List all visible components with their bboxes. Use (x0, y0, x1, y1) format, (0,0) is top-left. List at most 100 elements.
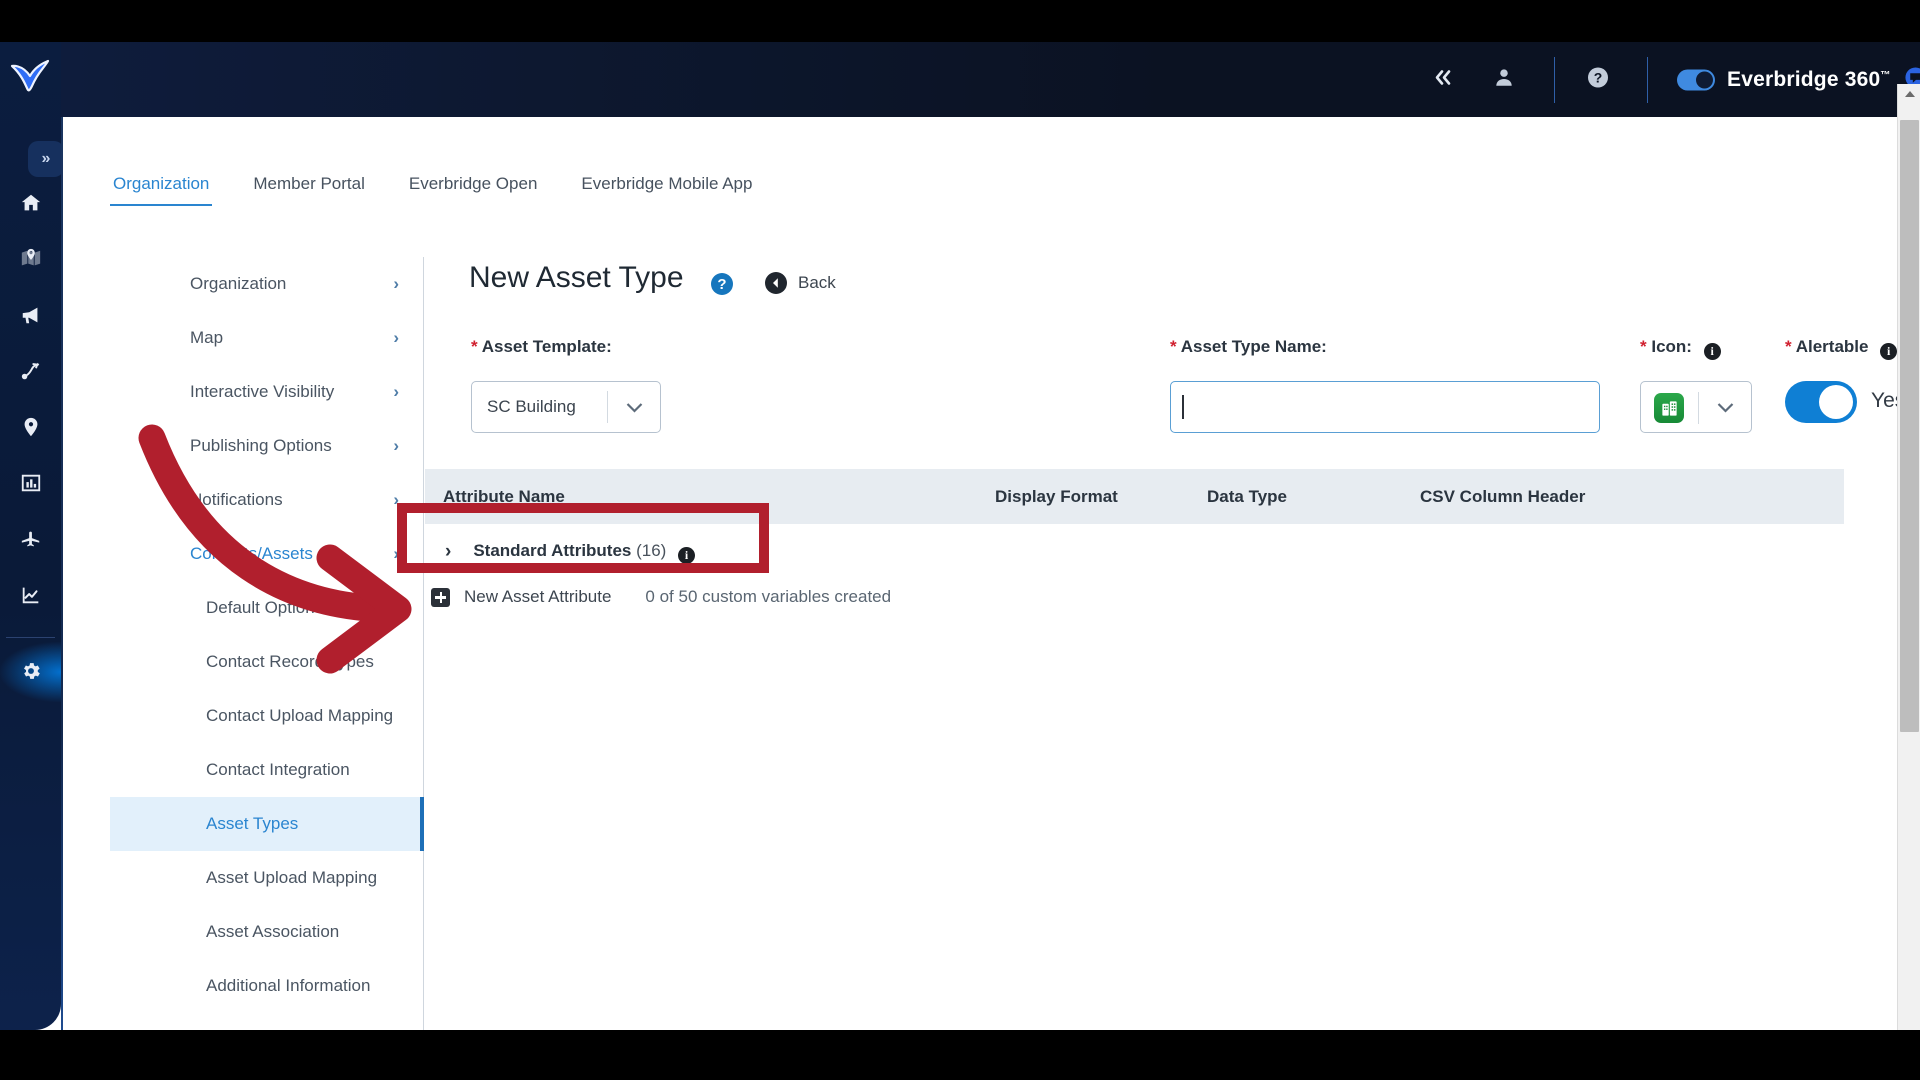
tab-everbridge-mobile-app[interactable]: Everbridge Mobile App (578, 174, 755, 204)
required-marker: * (471, 337, 478, 356)
label-text: Alertable (1795, 337, 1869, 356)
rail-item-settings[interactable] (0, 650, 61, 696)
chevron-right-icon: › (393, 274, 399, 293)
rail-item-dashboard[interactable] (0, 462, 61, 508)
megaphone-icon (20, 304, 42, 331)
rail-expand-button[interactable]: » (28, 141, 64, 177)
asset-type-name-input[interactable] (1170, 381, 1600, 433)
help-button[interactable]: ? (1586, 65, 1610, 94)
back-button[interactable]: Back (765, 272, 836, 294)
top-header-bar: ? Everbridge 360™ (61, 42, 1920, 117)
icon-select[interactable] (1640, 381, 1752, 433)
sidebar-item-map[interactable]: Map › (110, 311, 423, 365)
sidebar-item-label: Default Options (206, 598, 324, 617)
label-text: Icon: (1651, 337, 1692, 356)
asset-type-form: * Asset Template: SC Building * Asset Ty… (425, 323, 1905, 443)
dashboard-icon (20, 472, 42, 499)
column-header-csv-column-header: CSV Column Header (1420, 486, 1586, 506)
sidebar-item-label: Contacts/Assets (190, 544, 313, 563)
tab-label: Member Portal (253, 174, 365, 193)
sidebar-item-contact-upload-mapping[interactable]: Contact Upload Mapping (110, 689, 423, 743)
sidebar-item-contact-record-types[interactable]: Contact Record Types (110, 635, 423, 689)
sidebar-item-alert-subscriptions[interactable]: Alert Subscriptions (110, 1013, 423, 1030)
sidebar-item-label: Contact Upload Mapping (206, 706, 394, 725)
rail-item-map[interactable] (0, 238, 61, 284)
sidebar-item-notifications[interactable]: Notifications › (110, 473, 423, 527)
tab-label: Everbridge Open (408, 174, 538, 193)
chevron-right-icon: › (393, 382, 399, 401)
top-tabs: Organization Member Portal Everbridge Op… (110, 174, 755, 212)
tab-everbridge-open[interactable]: Everbridge Open (406, 174, 541, 204)
sidebar-item-label: Asset Upload Mapping (206, 868, 378, 887)
scroll-up-arrow-icon[interactable] (1898, 84, 1920, 104)
annotation-highlight-box (397, 503, 769, 573)
header-divider-2 (1647, 56, 1648, 103)
sidebar-item-additional-information[interactable]: Additional Information (110, 959, 423, 1013)
building-green-icon (1654, 393, 1684, 423)
scrollbar-thumb[interactable] (1900, 120, 1919, 732)
sidebar-item-label: Asset Types (206, 814, 299, 833)
new-asset-attribute-button[interactable]: New Asset Attribute (464, 587, 611, 607)
sidebar-item-label: Organization (190, 274, 287, 293)
top-header-background (61, 42, 1920, 117)
chevron-down-icon (608, 402, 660, 413)
rail-item-home[interactable] (0, 182, 61, 228)
label-text: Asset Template: (481, 337, 612, 356)
asset-template-label: * Asset Template: (471, 337, 612, 357)
chevron-down-icon (1699, 382, 1751, 432)
rail-item-notifications[interactable] (0, 294, 61, 340)
page-scrollbar[interactable] (1897, 84, 1920, 1030)
plus-square-icon[interactable] (431, 587, 450, 607)
asset-template-select[interactable]: SC Building (471, 381, 661, 433)
info-icon[interactable]: i (1880, 343, 1898, 360)
airplane-icon (20, 528, 42, 555)
sidebar-item-interactive-visibility[interactable]: Interactive Visibility › (110, 365, 423, 419)
info-icon[interactable]: i (1703, 343, 1721, 360)
collapse-header-button[interactable] (1433, 68, 1455, 91)
sidebar-item-organization[interactable]: Organization › (110, 257, 423, 311)
sidebar-item-asset-association[interactable]: Asset Association (110, 905, 423, 959)
sidebar-item-label: Additional Information (206, 976, 371, 995)
rail-item-travel[interactable] (0, 518, 61, 564)
required-marker: * (1170, 337, 1177, 356)
page-header: New Asset Type ? Back (425, 257, 1894, 323)
chevron-right-icon: › (393, 436, 399, 455)
sidebar-item-label: Contact Record Types (206, 652, 374, 671)
sidebar-item-contact-integration[interactable]: Contact Integration (110, 743, 423, 797)
everbridge-logo-icon[interactable] (8, 56, 52, 94)
rail-item-analytics[interactable] (0, 574, 61, 620)
rail-expand-label: » (41, 150, 51, 167)
analytics-chart-icon (20, 584, 42, 611)
brand-name-label: Everbridge 360 (1727, 67, 1881, 91)
sidebar-item-label: Asset Association (206, 922, 340, 941)
sidebar-item-asset-upload-mapping[interactable]: Asset Upload Mapping (110, 851, 423, 905)
new-asset-attribute-row: New Asset Attribute 0 of 50 custom varia… (425, 587, 891, 607)
sidebar-item-default-options[interactable]: Default Options (110, 581, 423, 635)
rail-item-workflow[interactable] (0, 350, 61, 396)
tab-member-portal[interactable]: Member Portal (250, 174, 367, 204)
chevron-double-left-icon (1433, 68, 1455, 91)
gear-icon (20, 660, 42, 687)
back-label: Back (798, 273, 836, 292)
column-header-data-type: Data Type (1207, 486, 1287, 506)
brand-mode-toggle[interactable] (1677, 69, 1715, 90)
sidebar-item-publishing-options[interactable]: Publishing Options › (110, 419, 423, 473)
sidebar-item-label: Contact Integration (206, 760, 350, 779)
rail-divider (6, 637, 55, 638)
browser-viewport: » ? Everbridge 360™ Organization Member … (0, 42, 1920, 1030)
sidebar-item-asset-types[interactable]: Asset Types (110, 797, 424, 851)
page-help-icon[interactable]: ? (711, 273, 733, 295)
custom-variables-count: 0 of 50 custom variables created (645, 587, 892, 606)
map-pin-icon (20, 248, 42, 275)
required-marker: * (1640, 337, 1647, 356)
tab-label: Organization (113, 174, 210, 193)
sidebar-item-contacts-assets[interactable]: Contacts/Assets › (110, 527, 423, 581)
user-account-button[interactable] (1493, 66, 1515, 93)
alertable-label: * Alertable i (1785, 337, 1898, 360)
alertable-toggle[interactable] (1785, 381, 1857, 423)
content-area: Organization Member Portal Everbridge Op… (63, 117, 1905, 1030)
rail-item-locations[interactable] (0, 406, 61, 452)
header-divider-1 (1554, 56, 1555, 103)
tab-organization[interactable]: Organization (110, 174, 213, 206)
svg-text:?: ? (1594, 69, 1603, 85)
